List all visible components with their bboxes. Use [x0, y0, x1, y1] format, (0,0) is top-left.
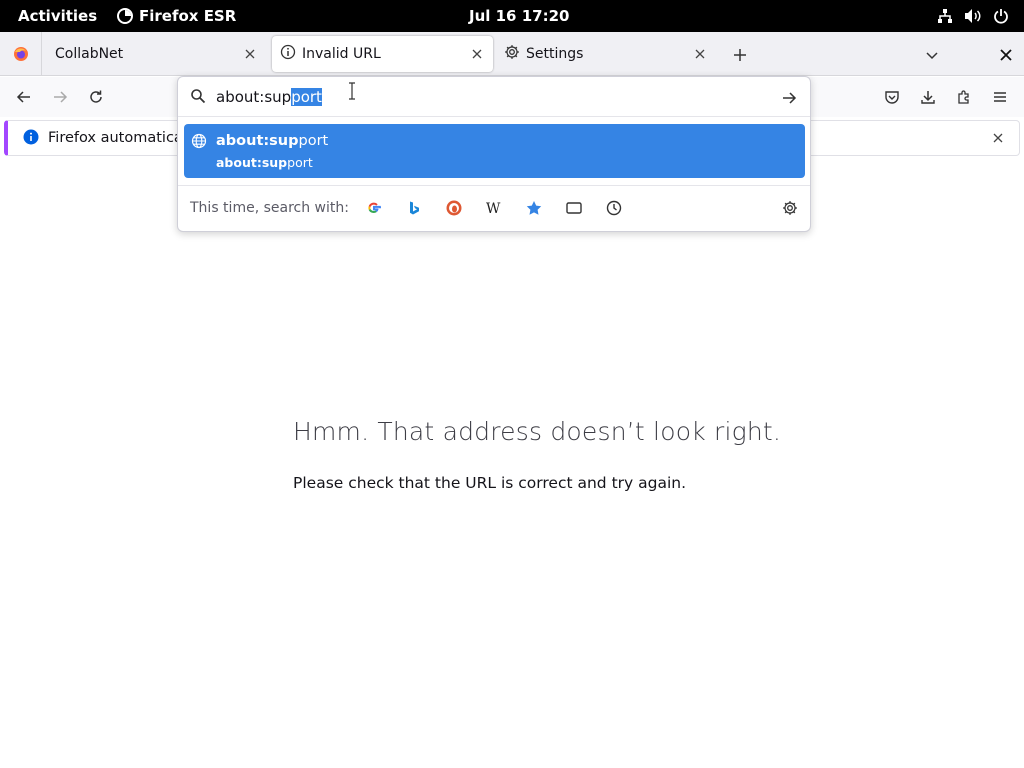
urlbar-input[interactable]: about:support — [216, 88, 322, 106]
text-cursor-icon — [348, 82, 356, 104]
tab-label: Invalid URL — [302, 46, 381, 62]
download-icon — [921, 91, 935, 104]
urlbar-popup: about:support about:support about:suppor… — [177, 76, 811, 232]
one-off-search-bar: This time, search with: W — [178, 185, 810, 231]
urlbar-autocomplete-selection: port — [291, 88, 322, 106]
tab-close-icon[interactable] — [467, 44, 487, 64]
system-menu[interactable] — [936, 7, 1010, 25]
go-button[interactable] — [778, 87, 800, 109]
firefox-app-icon — [117, 8, 133, 24]
suggestion-title-rest: port — [298, 133, 329, 149]
tab-strip: CollabNet Invalid URL Settings — [0, 32, 1024, 76]
close-icon — [1000, 49, 1012, 61]
bookmarks-star-icon[interactable] — [524, 198, 544, 218]
app-menu-button[interactable] — [988, 85, 1012, 109]
search-with-label: This time, search with: — [190, 200, 349, 216]
suggestion-url-rest: port — [287, 155, 313, 170]
suggestion-row[interactable]: about:support about:support — [184, 124, 805, 178]
info-icon — [280, 44, 296, 64]
app-menu[interactable]: Firefox ESR — [117, 7, 236, 25]
pocket-button[interactable] — [880, 85, 904, 109]
svg-text:W: W — [486, 201, 501, 215]
search-settings-gear-icon[interactable] — [780, 198, 800, 218]
list-all-tabs-button[interactable] — [921, 44, 943, 66]
activities-button[interactable]: Activities — [18, 7, 97, 25]
firefox-view-button[interactable] — [0, 32, 42, 76]
tab-close-icon[interactable] — [690, 44, 710, 64]
chevron-down-icon — [926, 52, 938, 60]
wikipedia-icon[interactable]: W — [484, 198, 504, 218]
urlbar-typed-text: about:sup — [216, 88, 292, 106]
plus-icon — [734, 49, 746, 61]
suggestion-url-match: about:sup — [216, 155, 288, 170]
tab-label: Settings — [526, 46, 584, 62]
error-description: Please check that the URL is correct and… — [293, 474, 687, 492]
reload-icon — [90, 90, 102, 103]
duckduckgo-icon[interactable] — [444, 198, 464, 218]
network-icon — [936, 7, 954, 25]
system-top-bar: Activities Firefox ESR Jul 16 17:20 — [0, 0, 1024, 32]
app-name: Firefox ESR — [139, 7, 237, 25]
firefox-logo-icon — [13, 47, 28, 61]
suggestion-url: about:support — [216, 155, 313, 170]
volume-icon — [964, 7, 982, 25]
gear-icon — [504, 44, 520, 64]
suggestion-title: about:support — [216, 133, 328, 149]
back-button[interactable] — [12, 85, 36, 109]
notification-close-icon[interactable] — [989, 129, 1007, 147]
globe-icon — [191, 133, 207, 153]
close-window-button[interactable] — [995, 44, 1017, 66]
history-clock-icon[interactable] — [604, 198, 624, 218]
tab-collabnet[interactable]: CollabNet — [44, 36, 266, 72]
extensions-button[interactable] — [952, 85, 976, 109]
arrow-right-icon — [54, 91, 68, 103]
puzzle-icon — [958, 90, 969, 104]
reload-button[interactable] — [84, 85, 108, 109]
arrow-right-icon — [783, 92, 797, 104]
urlbar[interactable]: about:support — [178, 77, 810, 117]
clock[interactable]: Jul 16 17:20 — [469, 7, 569, 25]
new-tab-button[interactable] — [729, 44, 751, 66]
tab-invalid-url[interactable]: Invalid URL — [272, 36, 493, 72]
google-icon[interactable] — [364, 198, 384, 218]
search-icon — [190, 88, 206, 108]
hamburger-icon — [994, 92, 1006, 102]
tab-label: CollabNet — [55, 46, 124, 62]
bing-icon[interactable] — [404, 198, 424, 218]
error-title: Hmm. That address doesn’t look right. — [293, 417, 782, 446]
tabs-icon[interactable] — [564, 198, 584, 218]
suggestion-title-match: about:sup — [216, 133, 299, 149]
tab-close-icon[interactable] — [240, 44, 260, 64]
arrow-left-icon — [16, 91, 30, 103]
pocket-icon — [885, 91, 899, 104]
tab-settings[interactable]: Settings — [498, 36, 716, 72]
downloads-button[interactable] — [916, 85, 940, 109]
forward-button[interactable] — [48, 85, 72, 109]
power-icon — [992, 7, 1010, 25]
info-icon — [23, 129, 39, 149]
